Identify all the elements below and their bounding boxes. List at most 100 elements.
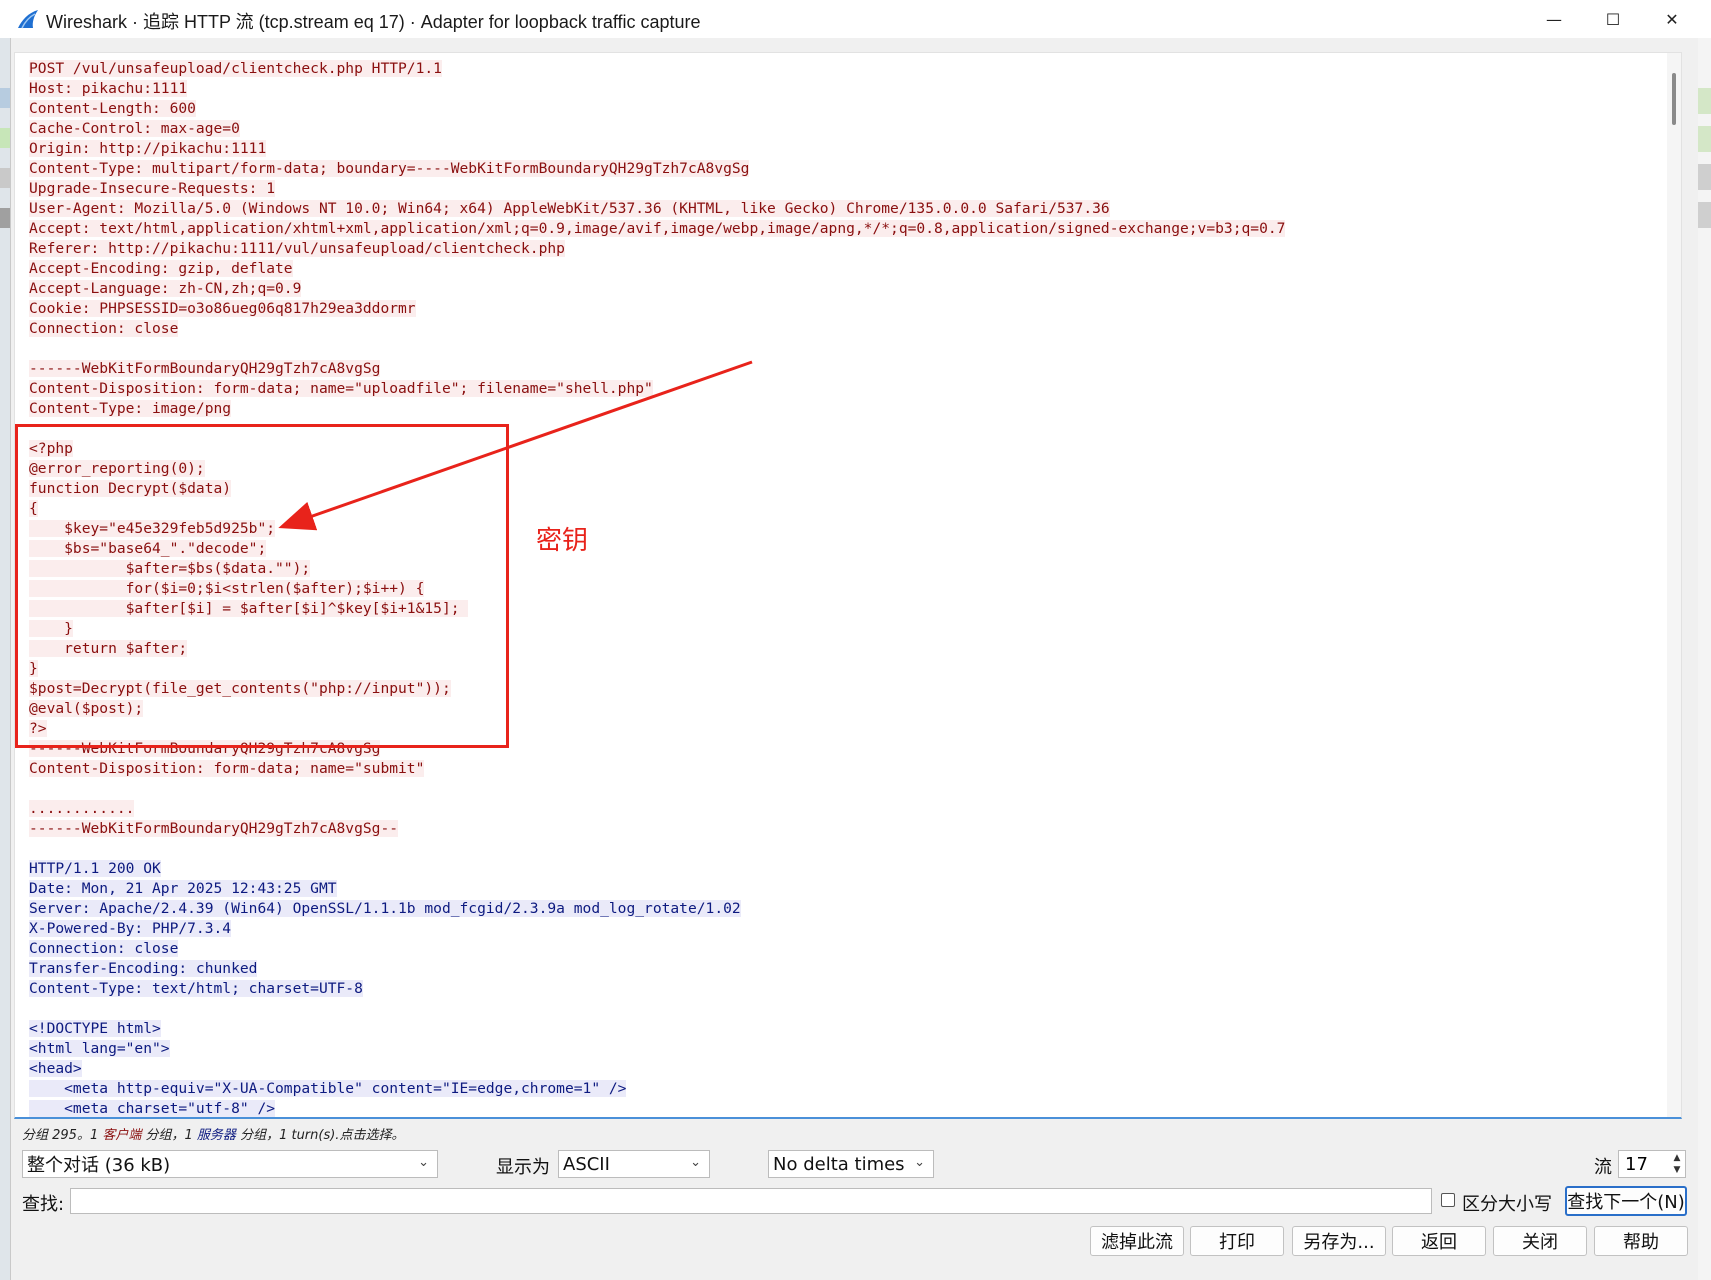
stream-line: Host: pikachu:1111 [29,79,1285,99]
stream-line: Connection: close [29,939,1285,959]
filter-out-stream-button[interactable]: 滤掉此流 [1090,1226,1184,1256]
client-text: Connection: close [29,320,179,337]
client-text: Host: pikachu:1111 [29,80,188,97]
stream-line: Date: Mon, 21 Apr 2025 12:43:25 GMT [29,879,1285,899]
status-text[interactable]: 分组 295。1 客户端 分组，1 服务器 分组，1 turn(s).点击选择。 [22,1124,404,1143]
server-text: Transfer-Encoding: chunked [29,960,258,977]
stream-number-spinbox[interactable]: 17 ▲ ▼ [1618,1150,1686,1178]
stream-line: Content-Type: multipart/form-data; bound… [29,159,1285,179]
client-text: ------WebKitFormBoundaryQH29gTzh7cA8vgSg… [29,820,399,837]
server-text: <html lang="en"> [29,1040,170,1057]
print-button[interactable]: 打印 [1190,1226,1284,1256]
client-text: ------WebKitFormBoundaryQH29gTzh7cA8vgSg [29,360,381,377]
show-as-select[interactable]: ASCII ⌄ [558,1150,710,1178]
client-text: Upgrade-Insecure-Requests: 1 [29,180,276,197]
case-sensitive-checkbox[interactable] [1441,1193,1455,1207]
stream-line: Referer: http://pikachu:1111/vul/unsafeu… [29,239,1285,259]
stream-line [29,779,1285,799]
client-text: Accept-Encoding: gzip, deflate [29,260,293,277]
client-text: POST /vul/unsafeupload/clientcheck.php H… [29,60,442,77]
stream-label: 流 [1594,1157,1612,1178]
stream-line: Origin: http://pikachu:1111 [29,139,1285,159]
stream-line: <head> [29,1059,1285,1079]
stream-line: Accept-Encoding: gzip, deflate [29,259,1285,279]
server-text: Server: Apache/2.4.39 (Win64) OpenSSL/1.… [29,900,741,917]
stream-line: Accept: text/html,application/xhtml+xml,… [29,219,1286,239]
chevron-down-icon: ⌄ [418,1155,429,1170]
delta-times-select[interactable]: No delta times ⌄ [768,1150,934,1178]
scrollbar-thumb[interactable] [1672,73,1676,125]
find-input[interactable] [70,1188,1432,1214]
show-as-label: 显示为 [496,1157,550,1178]
stream-line: Content-Type: image/png [29,399,1285,419]
server-text: <meta charset="utf-8" /> [29,1100,276,1117]
background-window-strip [0,38,11,1280]
case-sensitive-label: 区分大小写 [1462,1194,1552,1215]
server-text: Content-Type: text/html; charset=UTF-8 [29,980,363,997]
vertical-scrollbar[interactable] [1667,53,1681,1117]
client-text: Content-Type: image/png [29,400,232,417]
back-button[interactable]: 返回 [1392,1226,1486,1256]
stream-line: Cache-Control: max-age=0 [29,119,1285,139]
client-text: Cache-Control: max-age=0 [29,120,240,137]
server-link[interactable]: 服务器 [197,1128,236,1143]
stream-line: Server: Apache/2.4.39 (Win64) OpenSSL/1.… [29,899,1285,919]
spin-arrows-icon[interactable]: ▲ ▼ [1671,1152,1683,1176]
find-label: 查找: [22,1194,65,1215]
stream-line: Cookie: PHPSESSID=o3o86ueg06q817h29ea3dd… [29,299,1285,319]
client-text: Origin: http://pikachu:1111 [29,140,267,157]
client-text: Accept-Language: zh-CN,zh;q=0.9 [29,280,302,297]
stream-line: Content-Type: text/html; charset=UTF-8 [29,979,1285,999]
client-text: Content-Length: 600 [29,100,196,117]
client-text: Cookie: PHPSESSID=o3o86ueg06q817h29ea3dd… [29,300,416,317]
server-text: Connection: close [29,940,179,957]
client-text: ............ [29,800,135,817]
server-text: <meta http-equiv="X-UA-Compatible" conte… [29,1080,627,1097]
client-text: Referer: http://pikachu:1111/vul/unsafeu… [29,240,565,257]
stream-line: ------WebKitFormBoundaryQH29gTzh7cA8vgSg… [29,819,1285,839]
chevron-down-icon: ⌄ [914,1155,925,1170]
stream-line: ............ [29,799,1285,819]
help-button[interactable]: 帮助 [1594,1226,1688,1256]
annotation-label: 密钥 [536,526,589,556]
stream-line: Content-Length: 600 [29,99,1285,119]
client-text: Accept: text/html,application/xhtml+xml,… [29,220,1286,237]
stream-line: Accept-Language: zh-CN,zh;q=0.9 [29,279,1285,299]
stream-line: <meta charset="utf-8" /> [29,1099,1285,1117]
close-button[interactable]: 关闭 [1493,1226,1587,1256]
find-next-button[interactable]: 查找下一个(N) [1565,1186,1687,1216]
stream-line: HTTP/1.1 200 OK [29,859,1285,879]
stream-line: <!DOCTYPE html> [29,1019,1285,1039]
server-text: <head> [29,1060,82,1077]
server-text: Date: Mon, 21 Apr 2025 12:43:25 GMT [29,880,337,897]
stream-line: Upgrade-Insecure-Requests: 1 [29,179,1285,199]
server-text: HTTP/1.1 200 OK [29,860,161,877]
stream-line: User-Agent: Mozilla/5.0 (Windows NT 10.0… [29,199,1285,219]
stream-line: X-Powered-By: PHP/7.3.4 [29,919,1285,939]
stream-line [29,999,1285,1019]
stream-line: ------WebKitFormBoundaryQH29gTzh7cA8vgSg [29,359,1285,379]
client-text: Content-Disposition: form-data; name="up… [29,380,653,397]
stream-line [29,339,1285,359]
client-link[interactable]: 客户端 [102,1128,141,1143]
client-text: Content-Disposition: form-data; name="su… [29,760,425,777]
conversation-select[interactable]: 整个对话 (36 kB) ⌄ [22,1150,438,1178]
stream-line: Connection: close [29,319,1285,339]
stream-line: POST /vul/unsafeupload/clientcheck.php H… [29,59,1285,79]
wireshark-fin-icon [18,10,38,29]
window-title: Wireshark · 追踪 HTTP 流 (tcp.stream eq 17)… [46,12,701,32]
server-text: X-Powered-By: PHP/7.3.4 [29,920,232,937]
maximize-button[interactable]: ☐ [1585,0,1641,38]
save-as-button[interactable]: 另存为... [1292,1226,1386,1256]
close-window-button[interactable]: ✕ [1644,0,1700,38]
client-text: User-Agent: Mozilla/5.0 (Windows NT 10.0… [29,200,1110,217]
stream-line: <html lang="en"> [29,1039,1285,1059]
client-text: Content-Type: multipart/form-data; bound… [29,160,750,177]
background-window-strip-right [1698,38,1711,1280]
chevron-down-icon: ⌄ [690,1155,701,1170]
server-text: <!DOCTYPE html> [29,1020,161,1037]
minimize-button[interactable]: — [1526,0,1582,38]
highlight-box [15,424,509,748]
stream-line: Transfer-Encoding: chunked [29,959,1285,979]
stream-line: Content-Disposition: form-data; name="up… [29,379,1285,399]
